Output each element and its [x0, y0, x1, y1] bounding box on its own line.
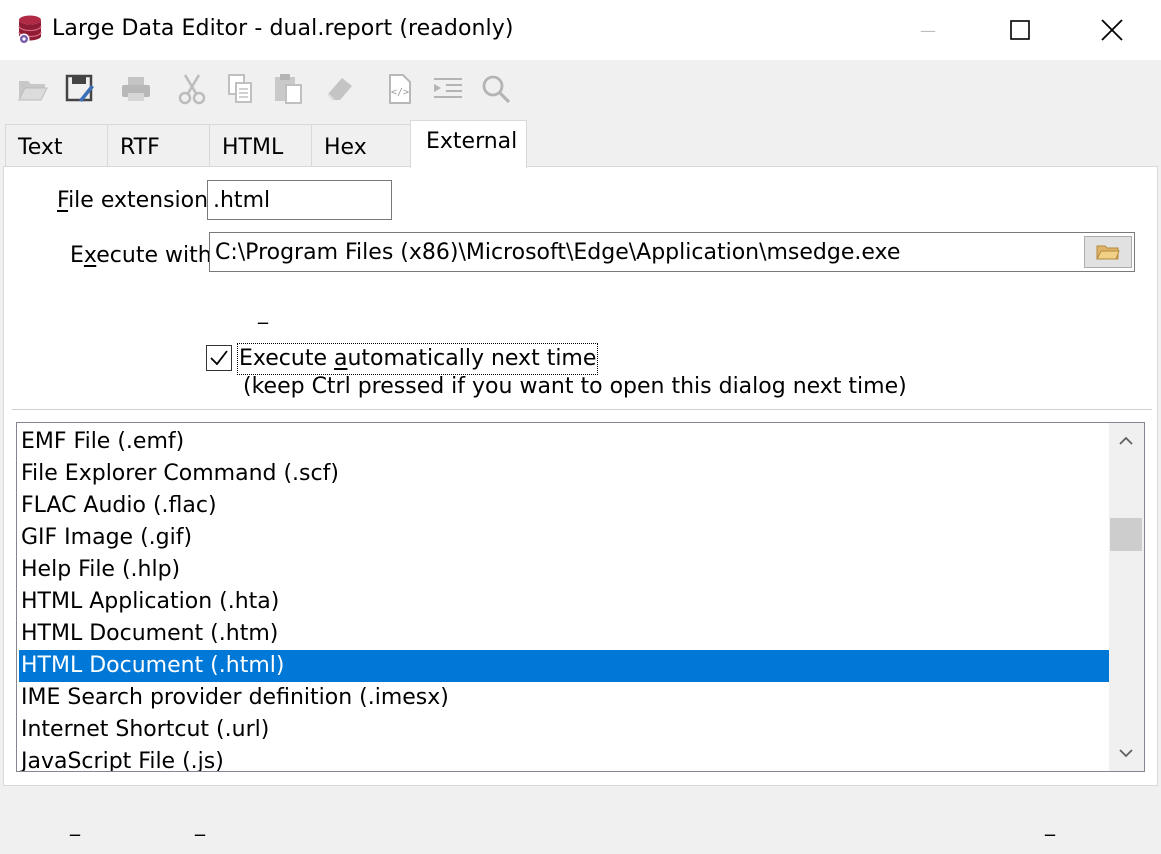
- source-document-icon: </>: [389, 74, 411, 104]
- save-button[interactable]: [62, 71, 98, 107]
- erase-button[interactable]: [322, 71, 358, 107]
- label-text: utomatically next time: [347, 346, 597, 371]
- save-icon: [65, 74, 94, 102]
- close-button[interactable]: [1066, 0, 1158, 60]
- cut-button[interactable]: [174, 71, 210, 107]
- tab-hex[interactable]: Hex: [311, 124, 411, 166]
- bottom-dash: _: [195, 812, 205, 836]
- browse-button[interactable]: [1084, 236, 1132, 268]
- print-button[interactable]: [118, 71, 154, 107]
- divider: [12, 409, 1152, 410]
- folder-icon: [1096, 245, 1120, 260]
- paste-button[interactable]: [270, 71, 306, 107]
- file-extension-field[interactable]: .html: [207, 180, 392, 220]
- open-folder-icon: [18, 81, 48, 101]
- tab-label: Text: [18, 135, 63, 160]
- list-item[interactable]: EMF File (.emf): [19, 426, 1109, 458]
- scroll-down-button[interactable]: [1115, 742, 1137, 768]
- scroll-thumb[interactable]: [1110, 518, 1142, 551]
- copy-button[interactable]: [222, 71, 258, 107]
- window-title: Large Data Editor - dual.report (readonl…: [52, 16, 514, 41]
- list-item[interactable]: JavaScript File (.js): [19, 746, 1109, 771]
- execute-automatically-checkbox[interactable]: [206, 345, 232, 371]
- small-dash: _: [258, 300, 268, 324]
- print-icon: [122, 77, 150, 101]
- minimize-button[interactable]: —: [882, 0, 974, 60]
- search-icon: [482, 75, 511, 104]
- list-scrollbar[interactable]: [1109, 423, 1144, 771]
- tab-external[interactable]: External: [410, 120, 527, 168]
- tab-text[interactable]: Text: [5, 124, 108, 166]
- list-item-selected[interactable]: HTML Document (.html): [19, 650, 1109, 682]
- bottom-dash: _: [70, 812, 80, 836]
- copy-icon: [228, 74, 252, 103]
- close-icon: [1101, 19, 1123, 41]
- access-key: a: [333, 346, 348, 371]
- list-item[interactable]: HTML Document (.htm): [19, 618, 1109, 650]
- label-text: ile extension: [68, 188, 209, 213]
- chevron-down-icon: [1119, 749, 1133, 758]
- open-button[interactable]: [15, 71, 51, 107]
- list-item[interactable]: GIF Image (.gif): [19, 522, 1109, 554]
- label-text: E: [70, 243, 84, 268]
- execute-with-label: Execute with: [70, 243, 212, 268]
- ctrl-hint-text: (keep Ctrl pressed if you want to open t…: [243, 374, 907, 399]
- label-text: Execute: [239, 346, 334, 371]
- minimize-icon: —: [920, 20, 936, 40]
- checkmark-icon: [210, 350, 228, 366]
- tab-label: External: [426, 129, 518, 154]
- list-item[interactable]: IME Search provider definition (.imesx): [19, 682, 1109, 714]
- list-item[interactable]: Help File (.hlp): [19, 554, 1109, 586]
- bottom-area: [0, 786, 1161, 854]
- file-extension-label: File extension: [57, 188, 208, 213]
- indent-button[interactable]: [430, 71, 466, 107]
- indent-icon: [434, 78, 462, 98]
- source-button[interactable]: </>: [382, 71, 418, 107]
- eraser-icon: [327, 78, 352, 101]
- maximize-button[interactable]: [974, 0, 1066, 60]
- scroll-up-button[interactable]: [1115, 430, 1137, 456]
- access-key: x: [83, 243, 97, 268]
- tab-html[interactable]: HTML: [209, 124, 312, 166]
- tab-label: Hex: [324, 135, 367, 160]
- tab-label: HTML: [222, 135, 284, 160]
- bottom-dash: _: [1045, 812, 1055, 836]
- list-item[interactable]: HTML Application (.hta): [19, 586, 1109, 618]
- execute-with-field[interactable]: C:\Program Files (x86)\Microsoft\Edge\Ap…: [209, 232, 1135, 272]
- list-item[interactable]: File Explorer Command (.scf): [19, 458, 1109, 490]
- file-type-list[interactable]: EMF File (.emf) File Explorer Command (.…: [16, 422, 1145, 772]
- list-item[interactable]: FLAC Audio (.flac): [19, 490, 1109, 522]
- search-button[interactable]: [478, 71, 514, 107]
- tab-label: RTF: [120, 135, 160, 160]
- list-item[interactable]: Internet Shortcut (.url): [19, 714, 1109, 746]
- execute-automatically-label[interactable]: Execute automatically next time: [237, 343, 599, 375]
- maximize-icon: [1010, 20, 1030, 40]
- access-key: F: [57, 188, 69, 213]
- svg-text:</>: </>: [391, 87, 409, 98]
- database-app-icon: [16, 14, 46, 46]
- paste-icon: [275, 74, 302, 104]
- label-text: ecute with: [96, 243, 212, 268]
- tab-rtf[interactable]: RTF: [107, 124, 210, 166]
- cut-icon: [178, 74, 206, 105]
- chevron-up-icon: [1119, 436, 1133, 445]
